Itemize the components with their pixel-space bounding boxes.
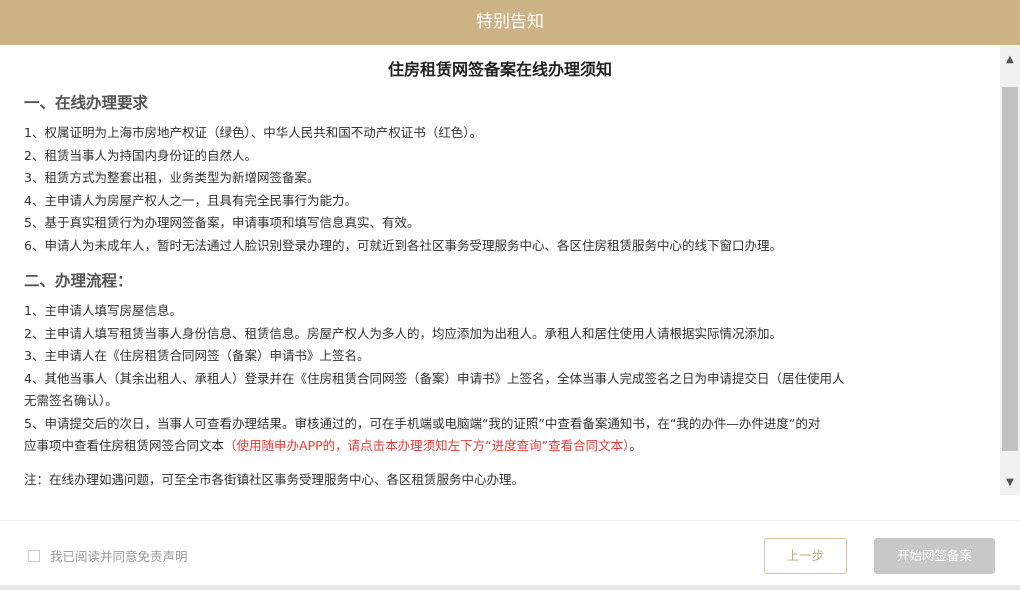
list-item: 1、主申请人填写房屋信息。 [24, 303, 182, 318]
requirements-list: 1、权属证明为上海市房地产权证（绿色）、中华人民共和国不动产权证书（红色）。 2… [24, 122, 976, 257]
process-list: 1、主申请人填写房屋信息。 2、主申请人填写租赁当事人身份信息、租赁信息。房屋产… [24, 300, 976, 458]
list-item: 6、申请人为未成年人，暂时无法通过人脸识别登录办理的，可就近到各社区事务受理服务… [24, 237, 782, 253]
list-item: 3、租赁方式为整套出租，业务类型为新增网签备案。 [24, 170, 320, 185]
list-item: 2、租赁当事人为持国内身份证的自然人。 [24, 147, 257, 163]
app-hint-text: （使用随申办APP的，请点击本办理须知左下方“进度查询”查看合同文本） [224, 438, 630, 453]
list-item: 4、主申请人为房屋产权人之一，且具有完全民事行为能力。 [24, 192, 357, 208]
list-item: 2、主申请人填写租赁当事人身份信息、租赁信息。房屋产权人为多人的，均应添加为出租… [24, 325, 782, 341]
section-requirements-title: 一、在线办理要求 [24, 94, 149, 112]
modal-title: 特别告知 [0, 0, 1020, 45]
item-text: 应事项中查看住房租赁网签合同文本 [24, 438, 225, 453]
bottom-divider [0, 585, 1020, 590]
previous-step-button[interactable]: 上一步 [764, 538, 847, 574]
modal-footer: 我已阅读并同意免责声明 上一步 开始网签备案 [0, 520, 1020, 585]
list-item: 无需签名确认）。 [24, 393, 118, 408]
list-item: 1、权属证明为上海市房地产权证（绿色）、中华人民共和国不动产权证书（红色）。 [24, 125, 482, 140]
notice-modal: 特别告知 住房租赁网签备案在线办理须知 一、在线办理要求 1、权属证明为上海市房… [0, 0, 1020, 590]
list-item: 5、申请提交后的次日，当事人可查看办理结果。审核通过的，可在手机端或电脑端“我的… [24, 415, 821, 431]
arrow-up-icon[interactable]: ▲ [1000, 50, 1020, 70]
list-item: 3、主申请人在《住房租赁合同网签（备案）申请书》上签名。 [24, 348, 370, 363]
item-text-end: 。 [629, 438, 642, 453]
list-item: 5、基于真实租赁行为办理网签备案，申请事项和填写信息真实、有效。 [24, 215, 420, 230]
agree-label[interactable]: 我已阅读并同意免责声明 [50, 546, 188, 565]
content-scrollbar[interactable]: ▲ ▼ [1000, 45, 1020, 495]
list-item: 4、其他当事人（其余出租人、承租人）登录并在《住房租赁合同网签（备案）申请书》上… [24, 370, 845, 386]
note-text: 注：在线办理如遇问题，可至全市各街镇社区事务受理服务中心、各区租赁服务中心办理。 [24, 471, 525, 487]
list-item: 应事项中查看住房租赁网签合同文本（使用随申办APP的，请点击本办理须知左下方“进… [24, 435, 976, 458]
arrow-down-icon[interactable]: ▼ [1000, 473, 1020, 493]
agree-row[interactable]: 我已阅读并同意免责声明 [28, 546, 188, 565]
notice-content: 住房租赁网签备案在线办理须知 一、在线办理要求 1、权属证明为上海市房地产权证（… [0, 45, 1000, 495]
document-title: 住房租赁网签备案在线办理须知 [387, 60, 612, 79]
section-process-title: 二、办理流程： [24, 272, 133, 290]
agree-checkbox[interactable] [28, 549, 40, 562]
start-filing-button[interactable]: 开始网签备案 [874, 538, 995, 574]
scrollbar-thumb[interactable] [1002, 87, 1018, 451]
